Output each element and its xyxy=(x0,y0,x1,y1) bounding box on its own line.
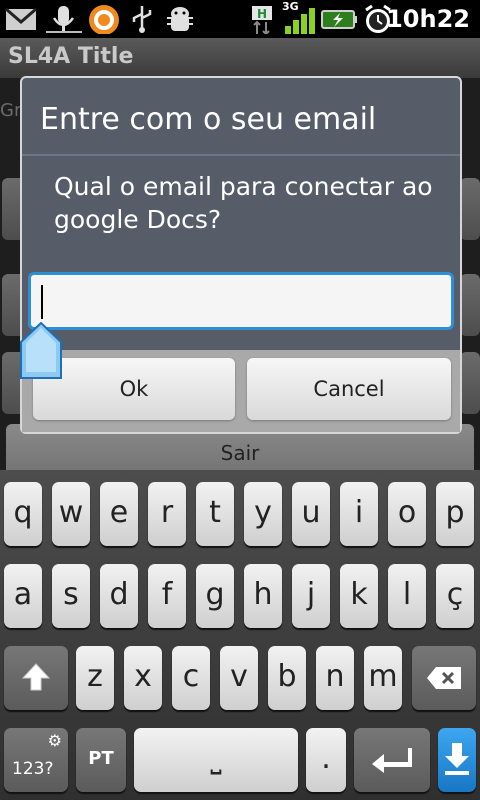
hide-keyboard-key[interactable] xyxy=(438,728,476,792)
language-key[interactable]: PT xyxy=(76,728,126,792)
key-b[interactable]: b xyxy=(268,646,306,710)
shift-key[interactable] xyxy=(4,646,68,710)
key-i[interactable]: i xyxy=(340,482,378,546)
background-button-right-1 xyxy=(460,178,480,240)
key-n[interactable]: n xyxy=(316,646,354,710)
hide-keyboard-icon xyxy=(445,743,469,775)
app-title-bar: SL4A Title xyxy=(0,38,480,78)
key-y[interactable]: y xyxy=(244,482,282,546)
orange-app-icon xyxy=(89,5,119,34)
background-button-right-3 xyxy=(460,352,480,414)
status-bar: H 3G 10h22 xyxy=(0,0,480,38)
shift-icon xyxy=(21,663,51,691)
key-t[interactable]: t xyxy=(196,482,234,546)
key-o[interactable]: o xyxy=(388,482,426,546)
dialog-title: Entre com o seu email xyxy=(40,102,377,137)
email-dialog: Entre com o seu email Qual o email para … xyxy=(20,76,462,434)
period-key[interactable]: . xyxy=(306,728,346,792)
key-g[interactable]: g xyxy=(196,564,234,628)
key-e[interactable]: e xyxy=(100,482,138,546)
email-input[interactable] xyxy=(28,272,454,330)
key-f[interactable]: f xyxy=(148,564,186,628)
key-c-cedilla[interactable]: ç xyxy=(436,564,474,628)
backspace-key[interactable] xyxy=(412,646,476,710)
key-q[interactable]: q xyxy=(4,482,42,546)
cancel-button[interactable]: Cancel xyxy=(247,358,451,420)
symbols-key[interactable]: ⚙ 123? xyxy=(4,728,68,792)
voicemail-icon xyxy=(46,6,82,33)
app-title: SL4A Title xyxy=(8,44,134,69)
key-m[interactable]: m xyxy=(364,646,402,710)
key-l[interactable]: l xyxy=(388,564,426,628)
symbols-key-label: 123? xyxy=(12,759,54,779)
key-a[interactable]: a xyxy=(4,564,42,628)
gmail-icon xyxy=(5,7,37,30)
battery-charging-icon xyxy=(321,10,357,29)
key-z[interactable]: z xyxy=(76,646,114,710)
signal-icon xyxy=(285,8,315,34)
key-h[interactable]: h xyxy=(244,564,282,628)
key-w[interactable]: w xyxy=(52,482,90,546)
key-j[interactable]: j xyxy=(292,564,330,628)
ok-button[interactable]: Ok xyxy=(33,358,235,420)
enter-key[interactable] xyxy=(354,728,430,792)
key-s[interactable]: s xyxy=(52,564,90,628)
enter-icon xyxy=(372,748,412,773)
hspa-icon: H xyxy=(252,6,272,34)
dialog-divider xyxy=(22,154,460,156)
cursor-handle-icon[interactable] xyxy=(20,322,62,380)
on-screen-keyboard: q w e r t y u i o p a s d f g h j k l ç … xyxy=(0,470,480,800)
svg-text:H: H xyxy=(257,7,267,21)
background-button-right-2 xyxy=(460,274,480,336)
key-x[interactable]: x xyxy=(124,646,162,710)
text-cursor xyxy=(41,285,43,319)
usb-icon xyxy=(132,6,152,33)
key-r[interactable]: r xyxy=(148,482,186,546)
key-v[interactable]: v xyxy=(220,646,258,710)
dialog-button-bar: Ok Cancel xyxy=(22,350,460,432)
android-debug-icon xyxy=(167,7,193,31)
key-u[interactable]: u xyxy=(292,482,330,546)
backspace-icon xyxy=(427,667,461,689)
background-partial-text: Gr xyxy=(0,100,22,121)
key-c[interactable]: c xyxy=(172,646,210,710)
space-key[interactable]: ⎵ xyxy=(134,728,298,792)
key-d[interactable]: d xyxy=(100,564,138,628)
dialog-message: Qual o email para conectar ao google Doc… xyxy=(54,172,433,234)
key-p[interactable]: p xyxy=(436,482,474,546)
clock-time: 10h22 xyxy=(386,5,470,33)
key-k[interactable]: k xyxy=(340,564,378,628)
